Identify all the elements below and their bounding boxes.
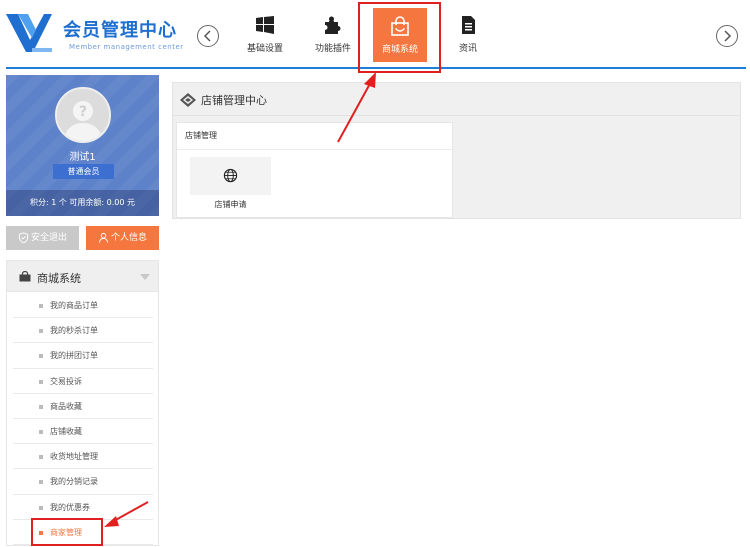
menu-item-product-favorites[interactable]: 商品收藏: [13, 394, 153, 419]
default-avatar-icon: ?: [63, 101, 103, 141]
side-menu-title: 商城系统: [37, 272, 81, 285]
windows-grid-icon: [256, 16, 274, 34]
side-menu: 商城系统 我的商品订单 我的秒杀订单 我的拼团订单 交易投诉 商品收藏 店铺收藏…: [6, 260, 159, 546]
menu-item-label: 商品收藏: [50, 401, 82, 411]
bullet-icon: [39, 455, 43, 460]
caret-down-icon: [140, 274, 150, 280]
side-menu-header[interactable]: 商城系统: [7, 261, 158, 292]
nav-prev-button[interactable]: [197, 25, 219, 47]
nav-label: 资讯: [458, 44, 477, 54]
bullet-icon: [39, 329, 43, 334]
bullet-icon: [39, 354, 43, 359]
menu-item-label: 我的商品订单: [50, 301, 98, 310]
chevron-right-icon: [724, 30, 732, 42]
member-center-page: 会员管理中心 Member management center 基础设置 功能插…: [0, 0, 750, 547]
store-apply-label[interactable]: 店铺申请: [190, 199, 271, 210]
menu-item-group-buy-orders[interactable]: 我的拼团订单: [13, 343, 153, 369]
bullet-icon: [39, 404, 43, 409]
bullet-icon: [39, 429, 43, 434]
brand-logo[interactable]: 会员管理中心 Member management center: [6, 12, 183, 56]
globe-icon: [223, 168, 238, 183]
v-logo-icon: [6, 14, 52, 52]
nav-label: 基础设置: [246, 44, 283, 54]
bullet-icon: [39, 304, 43, 308]
shield-icon: [18, 232, 29, 244]
store-management-card: 店铺管理 店铺申请: [176, 122, 453, 218]
menu-item-label: 收货地址管理: [50, 452, 98, 462]
menu-item-complaints[interactable]: 交易投诉: [13, 369, 153, 394]
logout-button[interactable]: 安全退出: [6, 226, 79, 250]
nav-label: 功能插件: [314, 44, 351, 54]
avatar[interactable]: ?: [55, 87, 111, 143]
chevron-left-icon: [203, 30, 211, 42]
menu-item-label: 交易投诉: [50, 376, 82, 386]
bullet-icon: [39, 505, 43, 510]
bullet-icon: [39, 379, 43, 384]
divider: [177, 149, 452, 150]
profile-button[interactable]: 个人信息: [86, 226, 159, 250]
panel-header: 店铺管理中心: [173, 83, 740, 116]
puzzle-icon: [325, 16, 341, 34]
menu-item-product-orders[interactable]: 我的商品订单: [13, 293, 153, 319]
logout-label: 安全退出: [30, 233, 67, 243]
highlight-box-menu: [31, 518, 103, 546]
menu-item-label: 我的拼团订单: [50, 351, 98, 361]
menu-item-address-management[interactable]: 收货地址管理: [13, 444, 153, 470]
menu-item-label: 我的优惠券: [50, 502, 90, 512]
side-menu-list: 我的商品订单 我的秒杀订单 我的拼团订单 交易投诉 商品收藏 店铺收藏 收货地址…: [13, 293, 153, 545]
store-management-panel: 店铺管理中心 店铺管理 店铺申请: [172, 82, 741, 219]
diamond-icon: [180, 93, 196, 107]
brand-title: 会员管理中心: [63, 20, 177, 41]
user-icon: [98, 232, 109, 243]
profile-label: 个人信息: [110, 233, 147, 243]
menu-item-label: 我的秒杀订单: [50, 326, 98, 336]
card-title: 店铺管理: [185, 131, 217, 140]
svg-text:?: ?: [79, 104, 87, 120]
menu-item-label: 店铺收藏: [50, 426, 82, 436]
menu-item-store-favorites[interactable]: 店铺收藏: [13, 419, 153, 445]
nav-item-plugins[interactable]: 功能插件: [302, 9, 364, 61]
menu-item-label: 我的分销记录: [50, 477, 98, 487]
nav-item-basic-settings[interactable]: 基础设置: [234, 9, 296, 61]
user-profile-card: ? 测试1 普通会员 积分: 1 个 可用余额: 0.00 元: [6, 75, 159, 216]
highlight-box-nav: [358, 2, 441, 73]
brand-subtitle: Member management center: [69, 43, 184, 51]
member-level-badge: 普通会员: [53, 164, 114, 179]
menu-item-flash-sale-orders[interactable]: 我的秒杀订单: [13, 318, 153, 344]
menu-item-coupons[interactable]: 我的优惠券: [13, 495, 153, 520]
shopping-bag-icon: [19, 271, 31, 282]
store-apply-tile[interactable]: [190, 157, 271, 195]
user-name: 测试1: [69, 152, 96, 163]
panel-title: 店铺管理中心: [201, 94, 267, 107]
document-icon: [462, 16, 475, 34]
menu-item-distribution-records[interactable]: 我的分销记录: [13, 469, 153, 495]
nav-item-news[interactable]: 资讯: [437, 9, 499, 61]
bullet-icon: [39, 480, 43, 485]
user-points-balance: 积分: 1 个 可用余额: 0.00 元: [6, 190, 159, 216]
nav-next-button[interactable]: [716, 25, 738, 47]
